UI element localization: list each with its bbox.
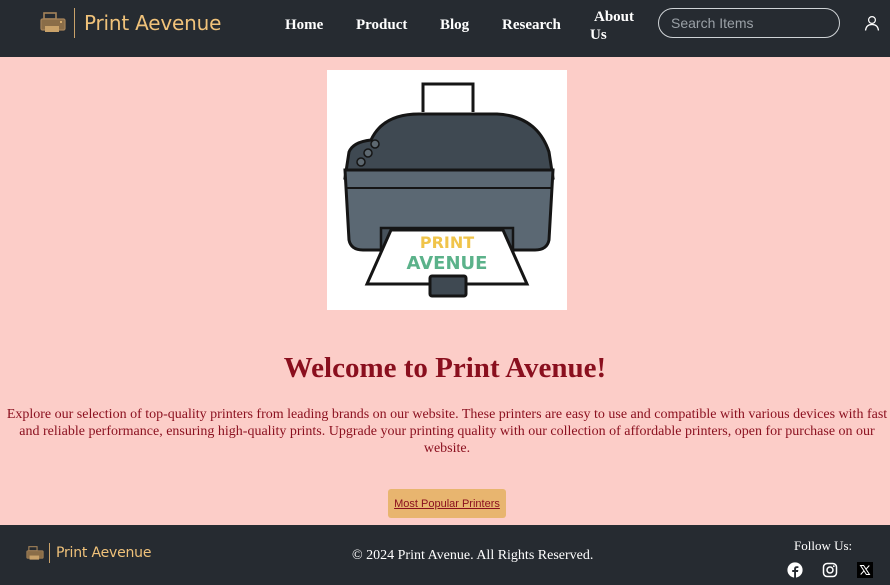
copyright-text: © 2024 Print Avenue. All Rights Reserved… bbox=[352, 548, 594, 563]
hero-printer-image: PRINT AVENUE bbox=[327, 70, 567, 310]
nav-about-line2: Us bbox=[590, 27, 607, 43]
site-footer: Print Aevenue © 2024 Print Avenue. All R… bbox=[0, 525, 890, 585]
instagram-icon[interactable] bbox=[822, 562, 838, 578]
x-icon[interactable] bbox=[857, 562, 873, 578]
nav-about-us[interactable]: About Us bbox=[590, 8, 640, 44]
footer-brand-name: Print Aevenue bbox=[56, 545, 152, 561]
nav-research[interactable]: Research bbox=[502, 17, 561, 34]
nav-product[interactable]: Product bbox=[356, 17, 407, 34]
user-icon[interactable] bbox=[864, 15, 880, 31]
brand-name: Print Aevenue bbox=[84, 11, 222, 35]
page-title: Welcome to Print Avenue! bbox=[283, 352, 607, 384]
most-popular-printers-button[interactable]: Most Popular Printers bbox=[388, 489, 506, 518]
nav-about-line1: About bbox=[594, 9, 635, 25]
intro-paragraph: Explore our selection of top-quality pri… bbox=[6, 407, 888, 456]
printer-illustration-icon: PRINT AVENUE bbox=[343, 82, 555, 298]
logo-divider bbox=[74, 8, 75, 38]
printer-image-text-avenue: AVENUE bbox=[407, 253, 488, 274]
follow-us-label: Follow Us: bbox=[794, 538, 853, 553]
printer-logo-icon bbox=[40, 12, 66, 32]
footer-brand-logo[interactable]: Print Aevenue bbox=[26, 543, 151, 563]
logo-divider bbox=[49, 543, 50, 563]
search-input[interactable] bbox=[658, 8, 840, 38]
nav-blog[interactable]: Blog bbox=[440, 17, 469, 34]
facebook-icon[interactable] bbox=[787, 562, 803, 578]
printer-image-text-print: PRINT bbox=[420, 233, 474, 252]
nav-home[interactable]: Home bbox=[285, 17, 323, 34]
site-header: Print Aevenue Home Product Blog Research… bbox=[0, 0, 890, 57]
printer-logo-icon bbox=[26, 545, 44, 560]
brand-logo[interactable]: Print Aevenue bbox=[40, 8, 221, 38]
